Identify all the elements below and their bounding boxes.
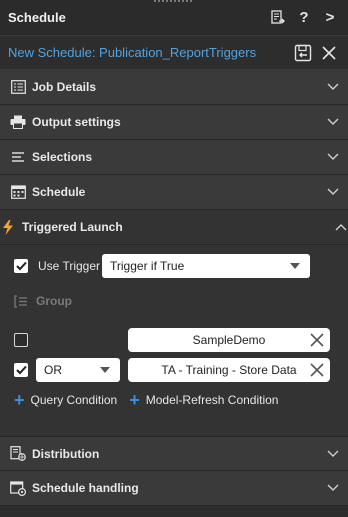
section-selections[interactable]: Selections	[0, 140, 348, 175]
section-label: Job Details	[32, 80, 97, 94]
use-trigger-row: Use Trigger Trigger if True	[14, 253, 338, 279]
use-trigger-checkbox[interactable]	[14, 259, 28, 273]
condition-checkbox[interactable]	[14, 333, 28, 347]
chevron-down-icon[interactable]	[326, 447, 340, 461]
section-job-details[interactable]: Job Details	[0, 70, 348, 105]
section-label: Selections	[32, 150, 93, 164]
operator-select[interactable]: OR	[36, 358, 120, 382]
condition-checkbox[interactable]	[14, 363, 28, 377]
save-icon[interactable]	[292, 42, 314, 64]
job-details-icon	[10, 79, 26, 95]
add-query-label: Query Condition	[30, 393, 118, 407]
condition-value[interactable]: SampleDemo	[128, 328, 330, 352]
list-icon	[10, 149, 26, 165]
schedule-panel: Schedule ? > New Schedule: Publication_R…	[0, 0, 348, 517]
help-button[interactable]: ?	[294, 8, 314, 28]
section-distribution[interactable]: Distribution	[0, 436, 348, 471]
lightning-icon	[0, 219, 16, 235]
chevron-down-icon[interactable]	[326, 115, 340, 129]
condition-value[interactable]: TA - Training - Store Data	[128, 358, 330, 382]
section-label: Triggered Launch	[22, 220, 123, 234]
remove-condition-icon[interactable]	[308, 361, 326, 379]
condition-row: SampleDemo	[14, 327, 338, 353]
section-schedule-handling[interactable]: Schedule handling	[0, 471, 348, 506]
schedule-name-bar: New Schedule: Publication_ReportTriggers	[0, 36, 348, 70]
schedule-handling-icon	[10, 480, 26, 496]
condition-row: OR TA - Training - Store Data	[14, 357, 338, 383]
add-model-label: Model-Refresh Condition	[145, 393, 279, 407]
trigger-mode-select[interactable]: Trigger if True	[102, 254, 310, 278]
group-icon	[14, 294, 28, 308]
condition-value-text: TA - Training - Store Data	[161, 363, 297, 377]
condition-value-text: SampleDemo	[192, 333, 266, 347]
remove-condition-icon[interactable]	[308, 331, 326, 349]
printer-icon	[10, 114, 26, 130]
group-label: Group	[36, 294, 72, 308]
add-model-refresh-condition-button[interactable]: + Model-Refresh Condition	[129, 391, 278, 409]
schedule-name: New Schedule: Publication_ReportTriggers	[8, 45, 257, 60]
plus-icon: +	[14, 390, 25, 410]
group-row: Group	[14, 289, 338, 313]
chevron-down-icon[interactable]	[326, 185, 340, 199]
distribution-icon	[10, 446, 26, 462]
dropdown-caret-icon	[100, 367, 110, 373]
section-triggered-launch[interactable]: Triggered Launch	[0, 210, 348, 245]
chevron-down-icon[interactable]	[326, 80, 340, 94]
section-label: Distribution	[32, 446, 100, 461]
collapse-panel-button[interactable]: >	[320, 8, 340, 28]
panel-title: Schedule	[8, 10, 66, 25]
operator-value: OR	[44, 363, 62, 377]
use-trigger-label: Use Trigger	[38, 259, 101, 273]
section-schedule[interactable]: Schedule	[0, 175, 348, 210]
triggered-launch-body: Use Trigger Trigger if True Group Sample…	[0, 245, 348, 436]
chevron-down-icon[interactable]	[326, 481, 340, 495]
section-label: Schedule handling	[32, 481, 139, 495]
dropdown-caret-icon	[290, 263, 300, 269]
add-condition-actions: + Query Condition + Model-Refresh Condit…	[14, 389, 338, 411]
plus-icon: +	[129, 390, 140, 410]
chevron-up-icon[interactable]	[334, 220, 348, 234]
empty-panel-area	[0, 506, 348, 517]
add-query-condition-button[interactable]: + Query Condition	[14, 391, 117, 409]
export-icon[interactable]	[268, 8, 288, 28]
section-label: Schedule	[32, 185, 86, 199]
section-label: Output settings	[32, 115, 121, 129]
panel-header: Schedule ? >	[0, 0, 348, 36]
close-icon[interactable]	[318, 42, 340, 64]
chevron-down-icon[interactable]	[326, 150, 340, 164]
trigger-mode-value: Trigger if True	[110, 259, 185, 273]
section-output-settings[interactable]: Output settings	[0, 105, 348, 140]
calendar-icon	[10, 184, 26, 200]
drag-grip[interactable]	[154, 0, 192, 3]
